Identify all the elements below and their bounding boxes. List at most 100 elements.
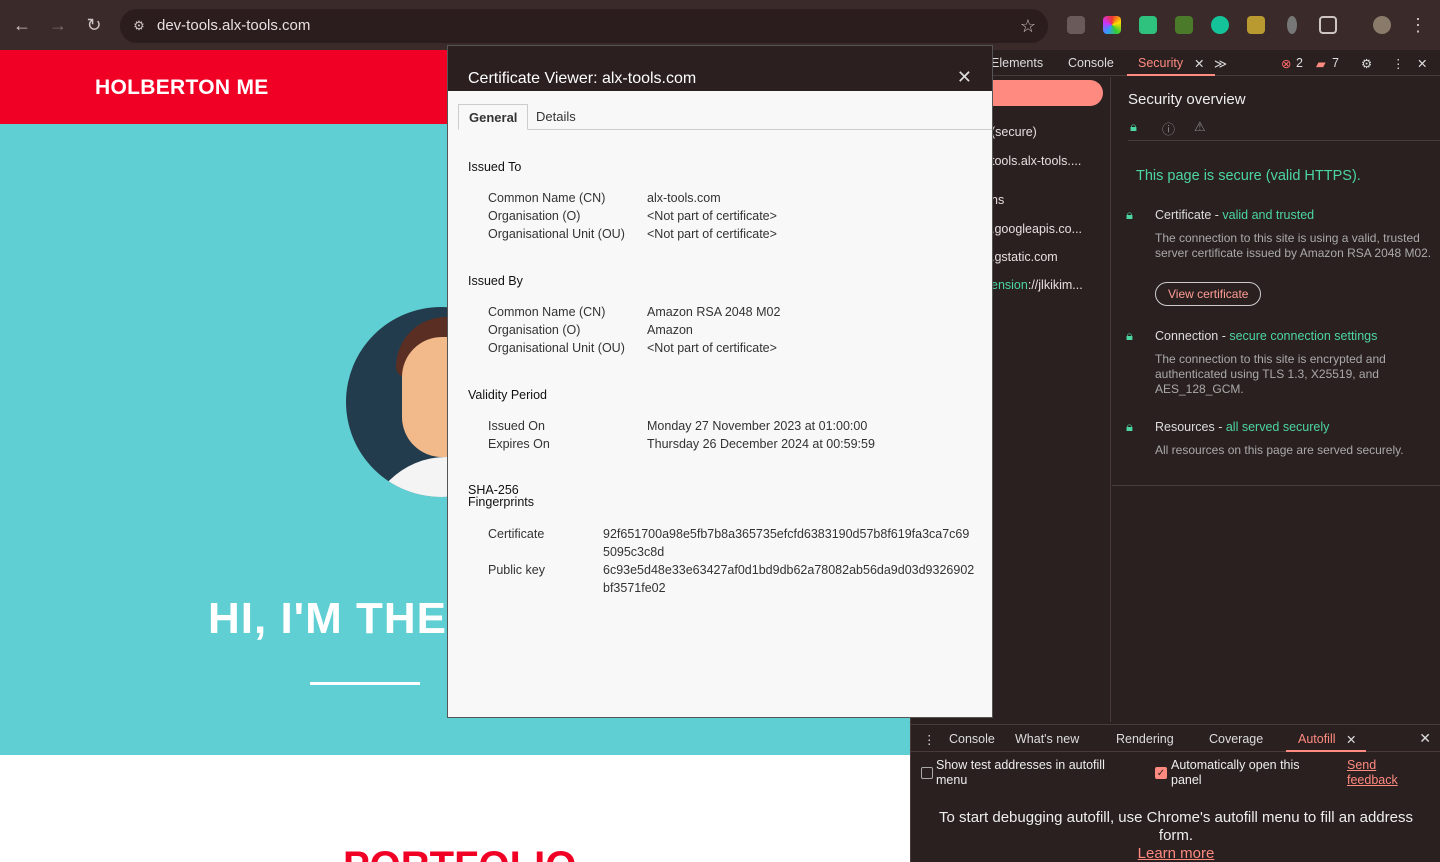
field-label: Organisational Unit (OU) <box>488 227 625 241</box>
tab-general[interactable]: General <box>458 104 529 130</box>
color-picker-extension-icon[interactable] <box>1103 16 1121 34</box>
lock-icon: 🔒︎ <box>1130 119 1137 134</box>
drawer-tab-console[interactable]: Console <box>949 732 995 746</box>
autofill-message: To start debugging autofill, use Chrome'… <box>939 809 1413 844</box>
browser-toolbar: ← → ↻ ⚙ dev-tools.alx-tools.com ☆ ⋮ <box>0 0 1440 50</box>
error-count[interactable]: 2 <box>1296 56 1303 70</box>
reload-button[interactable]: ↻ <box>82 13 106 37</box>
fingerprints-heading-line: Fingerprints <box>468 495 534 509</box>
field-value: <Not part of certificate> <box>647 341 777 355</box>
extension-dot-icon[interactable] <box>1287 16 1297 34</box>
lock-icon: 🔒︎ <box>1126 419 1133 434</box>
resources-summary: Resources - all served securely <box>1155 420 1329 434</box>
field-label: Expires On <box>488 437 550 451</box>
auto-open-checkbox[interactable]: ✓ <box>1155 767 1167 779</box>
list-item[interactable]: .googleapis.co... <box>991 222 1082 236</box>
active-tab-indicator <box>1286 750 1366 752</box>
tab-console[interactable]: Console <box>1068 56 1114 70</box>
close-icon[interactable]: ✕ <box>957 67 972 88</box>
send-feedback-link[interactable]: Send feedback <box>1347 758 1427 788</box>
summary-label: Connection - <box>1155 329 1230 343</box>
field-label: Organisational Unit (OU) <box>488 341 625 355</box>
devtools-menu-icon[interactable]: ⋮ <box>1392 56 1405 71</box>
extensions-puzzle-icon[interactable] <box>1319 16 1337 34</box>
more-tabs-icon[interactable]: ≫ <box>1214 56 1227 71</box>
certificate-description: The connection to this site is using a v… <box>1155 231 1432 260</box>
certificate-viewer-dialog: Certificate Viewer: alx-tools.com ✕ Gene… <box>447 45 993 718</box>
drawer-tab-whats-new[interactable]: What's new <box>1015 732 1079 746</box>
close-tab-icon[interactable]: ✕ <box>1346 732 1356 747</box>
react-devtools-icon[interactable] <box>1067 16 1085 34</box>
tab-security[interactable]: Security <box>1138 56 1183 70</box>
list-item[interactable]: (secure) <box>991 125 1037 139</box>
profile-avatar[interactable] <box>1373 16 1391 34</box>
forward-button[interactable]: → <box>46 13 70 37</box>
hero-title: HI, I'M THE <box>208 594 448 643</box>
certificate-summary: Certificate - valid and trusted <box>1155 208 1314 222</box>
css-extension-icon[interactable] <box>1247 16 1265 34</box>
close-devtools-icon[interactable]: ✕ <box>1417 56 1427 71</box>
drawer-tabs: ⋮ Console What's new Rendering Coverage … <box>911 725 1440 752</box>
url-text[interactable]: dev-tools.alx-tools.com <box>157 17 310 34</box>
address-bar[interactable]: ⚙ dev-tools.alx-tools.com ☆ <box>120 9 1048 43</box>
list-item[interactable]: .gstatic.com <box>991 250 1058 264</box>
secure-status-text: This page is secure (valid HTTPS). <box>1136 168 1361 184</box>
portfolio-heading: PORTFOLIO <box>343 844 576 862</box>
cert-tabs: General Details <box>458 104 992 130</box>
info-icon: ⓘ <box>1162 122 1176 137</box>
drawer-tab-autofill[interactable]: Autofill <box>1298 732 1336 746</box>
view-certificate-button[interactable]: View certificate <box>1155 282 1262 306</box>
summary-accent: valid and trusted <box>1222 208 1315 222</box>
field-label: Certificate <box>488 527 545 541</box>
lock-icon: 🔒︎ <box>1126 328 1133 343</box>
field-value: <Not part of certificate> <box>647 227 777 241</box>
connection-description: The connection to this site is encrypted… <box>1155 352 1386 396</box>
error-icon[interactable]: ⊗ <box>1281 56 1291 71</box>
learn-more-link[interactable]: Learn more <box>911 845 1440 862</box>
field-label: Issued On <box>488 419 545 433</box>
extension-scheme: ension <box>991 278 1028 292</box>
back-button[interactable]: ← <box>10 13 34 37</box>
field-label: Public key <box>488 563 545 577</box>
tab-elements[interactable]: Elements <box>991 56 1043 70</box>
field-label: Common Name (CN) <box>488 191 606 205</box>
video-extension-icon[interactable] <box>1139 16 1157 34</box>
list-item[interactable]: ension://jlkikim... <box>991 278 1083 292</box>
extension-origin: ://jlkikim... <box>1027 278 1083 292</box>
site-brand[interactable]: HOLBERTON ME <box>95 76 269 100</box>
settings-gear-icon[interactable]: ⚙ <box>1361 56 1372 71</box>
field-value: Thursday 26 December 2024 at 00:59:59 <box>647 437 875 451</box>
issued-by-heading: Issued By <box>468 274 523 288</box>
tree-extension-icon[interactable] <box>1175 16 1193 34</box>
fingerprint-value: 92f651700a98e5fb7b8a365735efcfd6383190d5… <box>603 527 970 559</box>
bookmark-star-icon[interactable]: ☆ <box>1020 16 1036 37</box>
summary-accent: all served securely <box>1225 420 1330 434</box>
site-info-icon[interactable]: ⚙ <box>130 17 148 35</box>
grammarly-icon[interactable] <box>1211 16 1229 34</box>
close-drawer-icon[interactable]: ✕ <box>1419 730 1431 747</box>
summary-label: Certificate - <box>1155 208 1223 222</box>
warning-icon: ⚠ <box>1194 119 1206 134</box>
drawer-menu-icon[interactable]: ⋮ <box>923 732 936 747</box>
security-overview-panel: Security overview 🔒︎ ⓘ ⚠ This page is se… <box>1112 77 1440 486</box>
field-label: Organisation (O) <box>488 323 581 337</box>
dialog-title: Certificate Viewer: alx-tools.com <box>468 70 697 87</box>
resources-description: All resources on this page are served se… <box>1155 443 1404 457</box>
browser-menu-icon[interactable]: ⋮ <box>1406 13 1430 37</box>
active-tab-indicator <box>1127 74 1215 76</box>
issued-to-heading: Issued To <box>468 160 522 174</box>
drawer-tab-rendering[interactable]: Rendering <box>1116 732 1174 746</box>
hero-divider <box>310 682 420 685</box>
summary-accent: secure connection settings <box>1229 329 1378 343</box>
message-icon[interactable]: ▰ <box>1316 56 1326 71</box>
field-value: <Not part of certificate> <box>647 209 777 223</box>
list-item[interactable]: tools.alx-tools.... <box>991 154 1081 168</box>
validity-heading: Validity Period <box>468 388 547 402</box>
tab-details[interactable]: Details <box>526 104 586 130</box>
show-test-addresses-checkbox[interactable] <box>921 767 933 779</box>
drawer-tab-coverage[interactable]: Coverage <box>1209 732 1263 746</box>
message-count[interactable]: 7 <box>1332 56 1339 70</box>
close-tab-icon[interactable]: ✕ <box>1194 56 1204 71</box>
field-value: Amazon RSA 2048 M02 <box>647 305 781 319</box>
summary-label: Resources - <box>1155 420 1226 434</box>
